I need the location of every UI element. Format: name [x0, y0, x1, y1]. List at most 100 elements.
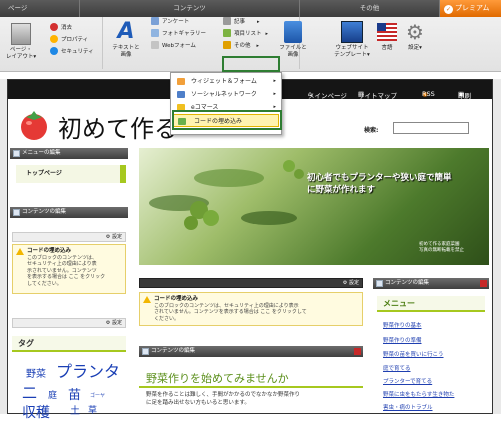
settings-bar-tags[interactable]: ⚙ 設定	[12, 318, 126, 328]
other-button[interactable]: その他 ▸	[223, 41, 259, 51]
page-layout-label-1: ページ・	[10, 47, 32, 53]
hero-caption: 初めて作る家庭菜園 写真の無断転載を禁止	[419, 242, 464, 254]
ribbon-tab-content[interactable]: コンテンツ	[80, 0, 300, 17]
page-layout-button[interactable]: ページ・ レイアウト▾	[2, 23, 40, 61]
embed-notice-left: コードの埋め込み このブロックのコンテンツは、 セキュリティ上の理由により表 示…	[12, 244, 126, 294]
right-menu-item[interactable]: プランターで育てる	[383, 377, 432, 385]
search-label: 検索:	[364, 127, 379, 134]
embed-notice-body-4[interactable]: を表示する場合は ここ をクリック	[27, 274, 105, 280]
tag-item[interactable]: 草	[88, 403, 97, 416]
photo-gallery-button[interactable]: フォトギャラリー	[151, 29, 206, 39]
item-list-button[interactable]: 項目リスト ▸	[223, 29, 268, 39]
menu-item-social[interactable]: ソーシャルネットワーク ▸	[171, 88, 281, 101]
edit-icon	[13, 209, 20, 216]
website-template-icon	[341, 21, 363, 43]
text-image-label-2: 画像	[120, 52, 132, 58]
page-layout-icon	[11, 23, 31, 45]
content-edit-bar-center[interactable]: コンテンツの編集	[139, 346, 363, 357]
language-button[interactable]: 言語	[374, 21, 400, 52]
content-edit-label: コンテンツの編集	[22, 209, 67, 215]
questionnaire-icon	[151, 17, 159, 25]
right-menu-item[interactable]: 野菜作りの基本	[383, 321, 422, 329]
tag-item[interactable]: 苗	[68, 384, 81, 403]
questionnaire-button[interactable]: アンケート	[151, 17, 189, 27]
embed-notice-body-1: このブロックのコンテンツは、	[27, 254, 98, 261]
settings-button[interactable]: ⚙ 設定▾	[402, 21, 428, 52]
hero-text-line-1: 初心者でもプランターや狭い庭で簡単	[307, 173, 452, 183]
center-body-1: 野菜を作ることは難しく、手間がかかるのでなかなか野菜作り	[146, 392, 301, 398]
center-notice-title: コードの埋め込み	[154, 296, 199, 302]
settings-bar-center[interactable]: ⚙ 設定	[139, 278, 363, 288]
web-form-icon	[151, 41, 159, 49]
article-arrow-icon: ▸	[257, 19, 260, 25]
settings-label-tags: 設定	[111, 320, 122, 326]
tag-item[interactable]: ゴーヤ	[90, 392, 105, 399]
site-title: 初めて作る	[58, 115, 178, 143]
article-label: 記事	[234, 19, 246, 25]
close-icon[interactable]	[480, 280, 487, 287]
settings-bar-left[interactable]: ⚙ 設定	[12, 232, 126, 242]
close-icon[interactable]	[354, 348, 361, 355]
tag-item[interactable]: 収穫	[22, 402, 50, 422]
wrench-icon: ⚙	[406, 20, 424, 44]
tag-item[interactable]: 二	[22, 382, 37, 403]
tag-item[interactable]: プランタ	[56, 358, 120, 382]
submenu-arrow-icon: ▸	[273, 78, 276, 84]
right-menu-item[interactable]: 野菜に虫をもたらす生き物た	[383, 390, 454, 398]
property-button[interactable]: プロパティ	[50, 35, 88, 45]
website-template-button[interactable]: ウェブサイト テンプレート▾	[330, 21, 374, 59]
content-edit-bar-right[interactable]: コンテンツの編集	[373, 278, 489, 289]
delete-button[interactable]: 消去	[50, 23, 72, 33]
text-image-label-1: テキストと	[112, 45, 140, 51]
menu-edit-bar[interactable]: メニューの編集	[10, 148, 128, 159]
tag-item[interactable]: 土	[70, 402, 80, 417]
menu-item-widget-form[interactable]: ウィジェット＆フォーム ▸	[171, 75, 281, 88]
right-menu-item[interactable]: 害虫・病のトラブル	[383, 403, 433, 411]
embed-notice-center: コードの埋め込み このブロックのコンテンツは、セキュリティ上の理由により表示 さ…	[139, 292, 363, 326]
photo-gallery-icon	[151, 29, 159, 37]
other-label: その他	[234, 43, 251, 49]
property-label: プロパティ	[61, 37, 89, 43]
center-body: 野菜を作ることは難しく、手間がかかるのでなかなか野菜作り に足を踏み出せない方も…	[146, 391, 300, 407]
ribbon-tab-other[interactable]: その他	[300, 0, 440, 17]
settings-label-center: 設定	[348, 280, 359, 286]
article-button[interactable]: 記事 ▸	[223, 17, 260, 27]
text-image-icon: A	[117, 19, 135, 44]
nav-rss-label: RSS	[422, 90, 435, 98]
security-label: セキュリティ	[61, 49, 94, 55]
premium-label: プレミアム	[455, 4, 490, 12]
embed-notice-body-3: 示されていません。コンテンツ	[27, 267, 97, 274]
page-layout-label-2: レイアウト▾	[5, 54, 37, 60]
security-button[interactable]: セキュリティ	[50, 47, 94, 57]
security-icon	[50, 47, 58, 55]
heading-underline	[139, 386, 363, 388]
center-notice-line-1: このブロックのコンテンツは、セキュリティ上の理由により表示	[154, 302, 299, 309]
ribbon-tab-page[interactable]: ページ	[0, 0, 80, 17]
search-input[interactable]	[393, 122, 469, 134]
item-list-label: 項目リスト	[234, 31, 262, 37]
item-list-icon	[223, 29, 231, 37]
delete-icon	[50, 23, 58, 31]
gear-icon: ⚙	[105, 320, 111, 326]
tag-heading: タグ	[12, 336, 126, 352]
center-notice-line-2[interactable]: されていません。コンテンツを表示する場合は ここ をクリックして	[154, 309, 307, 315]
questionnaire-label: アンケート	[162, 19, 190, 25]
tag-item[interactable]: 庭	[48, 388, 57, 401]
delete-label: 消去	[61, 25, 73, 31]
right-menu-item[interactable]: 庭で育てる	[383, 364, 411, 372]
web-form-button[interactable]: Webフォーム	[151, 41, 196, 51]
top-page-link[interactable]: トップページ	[16, 165, 126, 183]
right-content-edit-label: コンテンツの編集	[385, 280, 430, 286]
content-edit-bar-left[interactable]: コンテンツの編集	[10, 207, 128, 218]
premium-button[interactable]: ✓ プレミアム	[440, 0, 501, 17]
tag-item[interactable]: 野菜	[26, 365, 46, 380]
other-group: ウェブサイト テンプレート▾ 言語 ⚙ 設定▾	[300, 17, 440, 69]
text-image-button[interactable]: A テキストと 画像	[107, 21, 145, 59]
property-icon	[50, 35, 58, 43]
settings-label-left: 設定	[111, 234, 122, 240]
right-menu-item[interactable]: 野菜の苗を買いに行こう	[383, 350, 444, 358]
right-menu-item[interactable]: 野菜作りの準備	[383, 336, 422, 344]
center-body-2: に足を踏み出せない方もいると思います。	[146, 400, 250, 406]
gear-icon: ⚙	[105, 234, 111, 240]
page-group: ページ・ レイアウト▾ 消去 プロパティ セキュリティ	[0, 17, 103, 69]
